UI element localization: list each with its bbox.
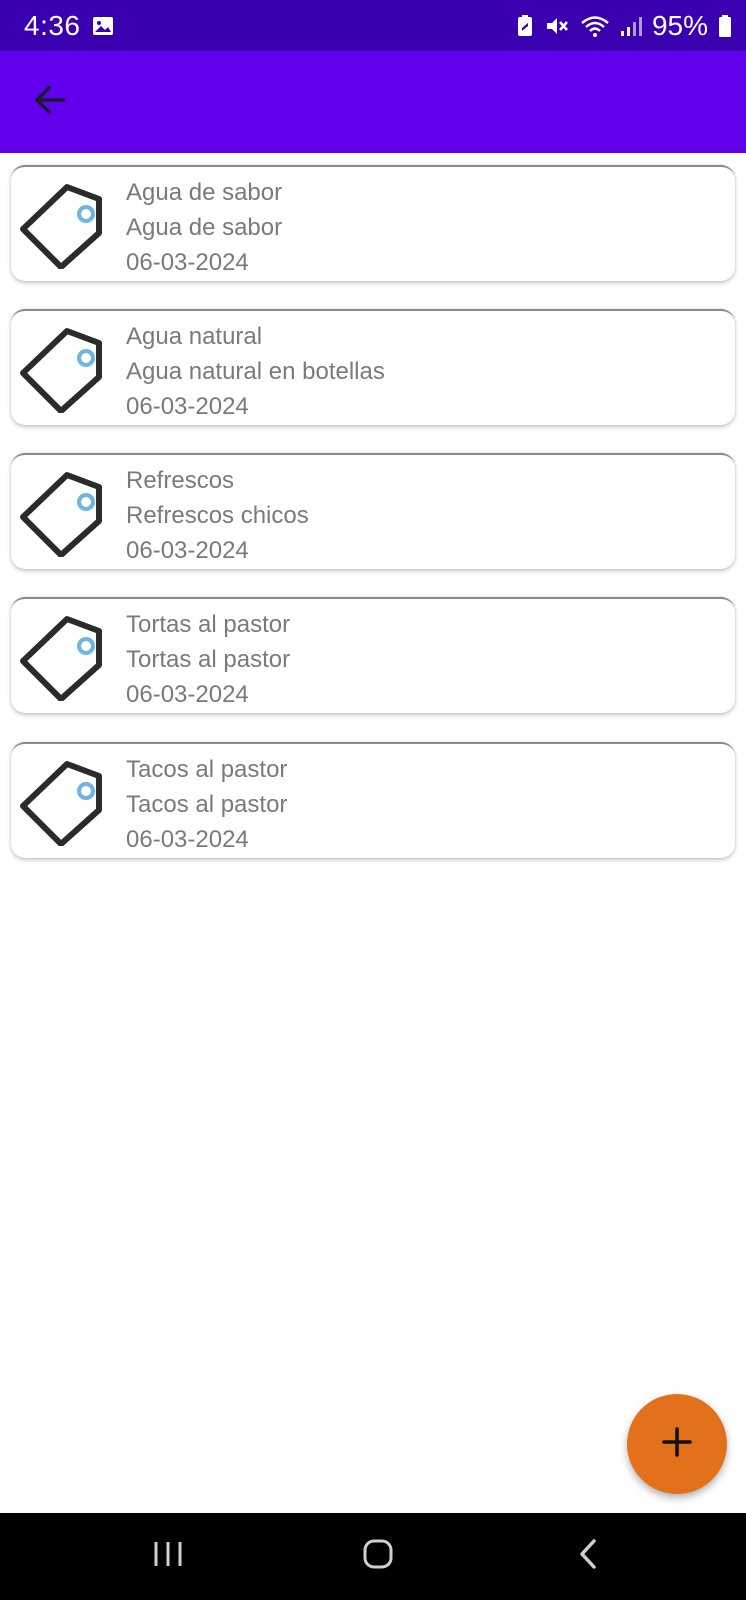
list-item[interactable]: Tacos al pastor Tacos al pastor 06-03-20… — [11, 742, 735, 858]
nav-back-button[interactable] — [558, 1531, 618, 1581]
item-description: Agua de sabor — [126, 214, 283, 241]
back-button[interactable] — [22, 77, 78, 127]
item-name: Agua natural — [126, 323, 263, 350]
signal-icon — [620, 14, 642, 38]
battery-percent: 95% — [651, 9, 708, 41]
item-name: Refrescos — [126, 467, 235, 494]
mute-icon — [544, 14, 570, 38]
battery-icon — [718, 14, 732, 38]
wifi-icon — [580, 14, 610, 38]
item-date: 06-03-2024 — [126, 249, 249, 276]
item-description: Tacos al pastor — [126, 791, 288, 818]
add-item-button[interactable] — [627, 1394, 727, 1494]
back-icon — [576, 1538, 600, 1575]
system-nav-bar — [0, 1513, 746, 1600]
item-date: 06-03-2024 — [126, 681, 249, 708]
arrow-back-icon — [34, 85, 66, 120]
price-tag-icon — [19, 181, 107, 270]
list-item[interactable]: Agua de sabor Agua de sabor 06-03-2024 — [11, 165, 735, 281]
item-description: Refrescos chicos — [126, 502, 309, 529]
recent-apps-icon — [151, 1539, 185, 1574]
item-description: Tortas al pastor — [126, 646, 291, 673]
status-bar: 4:36 95% — [0, 0, 746, 51]
list-item[interactable]: Tortas al pastor Tortas al pastor 06-03-… — [11, 597, 735, 713]
recent-apps-button[interactable] — [138, 1531, 198, 1581]
item-name: Tacos al pastor — [126, 756, 288, 783]
status-time: 4:36 — [24, 9, 81, 41]
battery-saver-icon — [516, 14, 534, 38]
price-tag-icon — [19, 325, 107, 414]
item-description: Agua natural en botellas — [126, 358, 385, 385]
price-tag-icon — [19, 469, 107, 558]
item-name: Agua de sabor — [126, 179, 283, 206]
image-icon — [91, 14, 115, 38]
app-bar — [0, 51, 746, 153]
item-name: Tortas al pastor — [126, 611, 291, 638]
item-date: 06-03-2024 — [126, 537, 249, 564]
price-tag-icon — [19, 758, 107, 847]
item-date: 06-03-2024 — [126, 826, 249, 853]
price-tag-icon — [19, 613, 107, 702]
item-date: 06-03-2024 — [126, 393, 249, 420]
home-icon — [362, 1538, 394, 1575]
list-item[interactable]: Agua natural Agua natural en botellas 06… — [11, 309, 735, 425]
plus-icon — [661, 1426, 693, 1463]
home-button[interactable] — [348, 1531, 408, 1581]
list-item[interactable]: Refrescos Refrescos chicos 06-03-2024 — [11, 453, 735, 569]
